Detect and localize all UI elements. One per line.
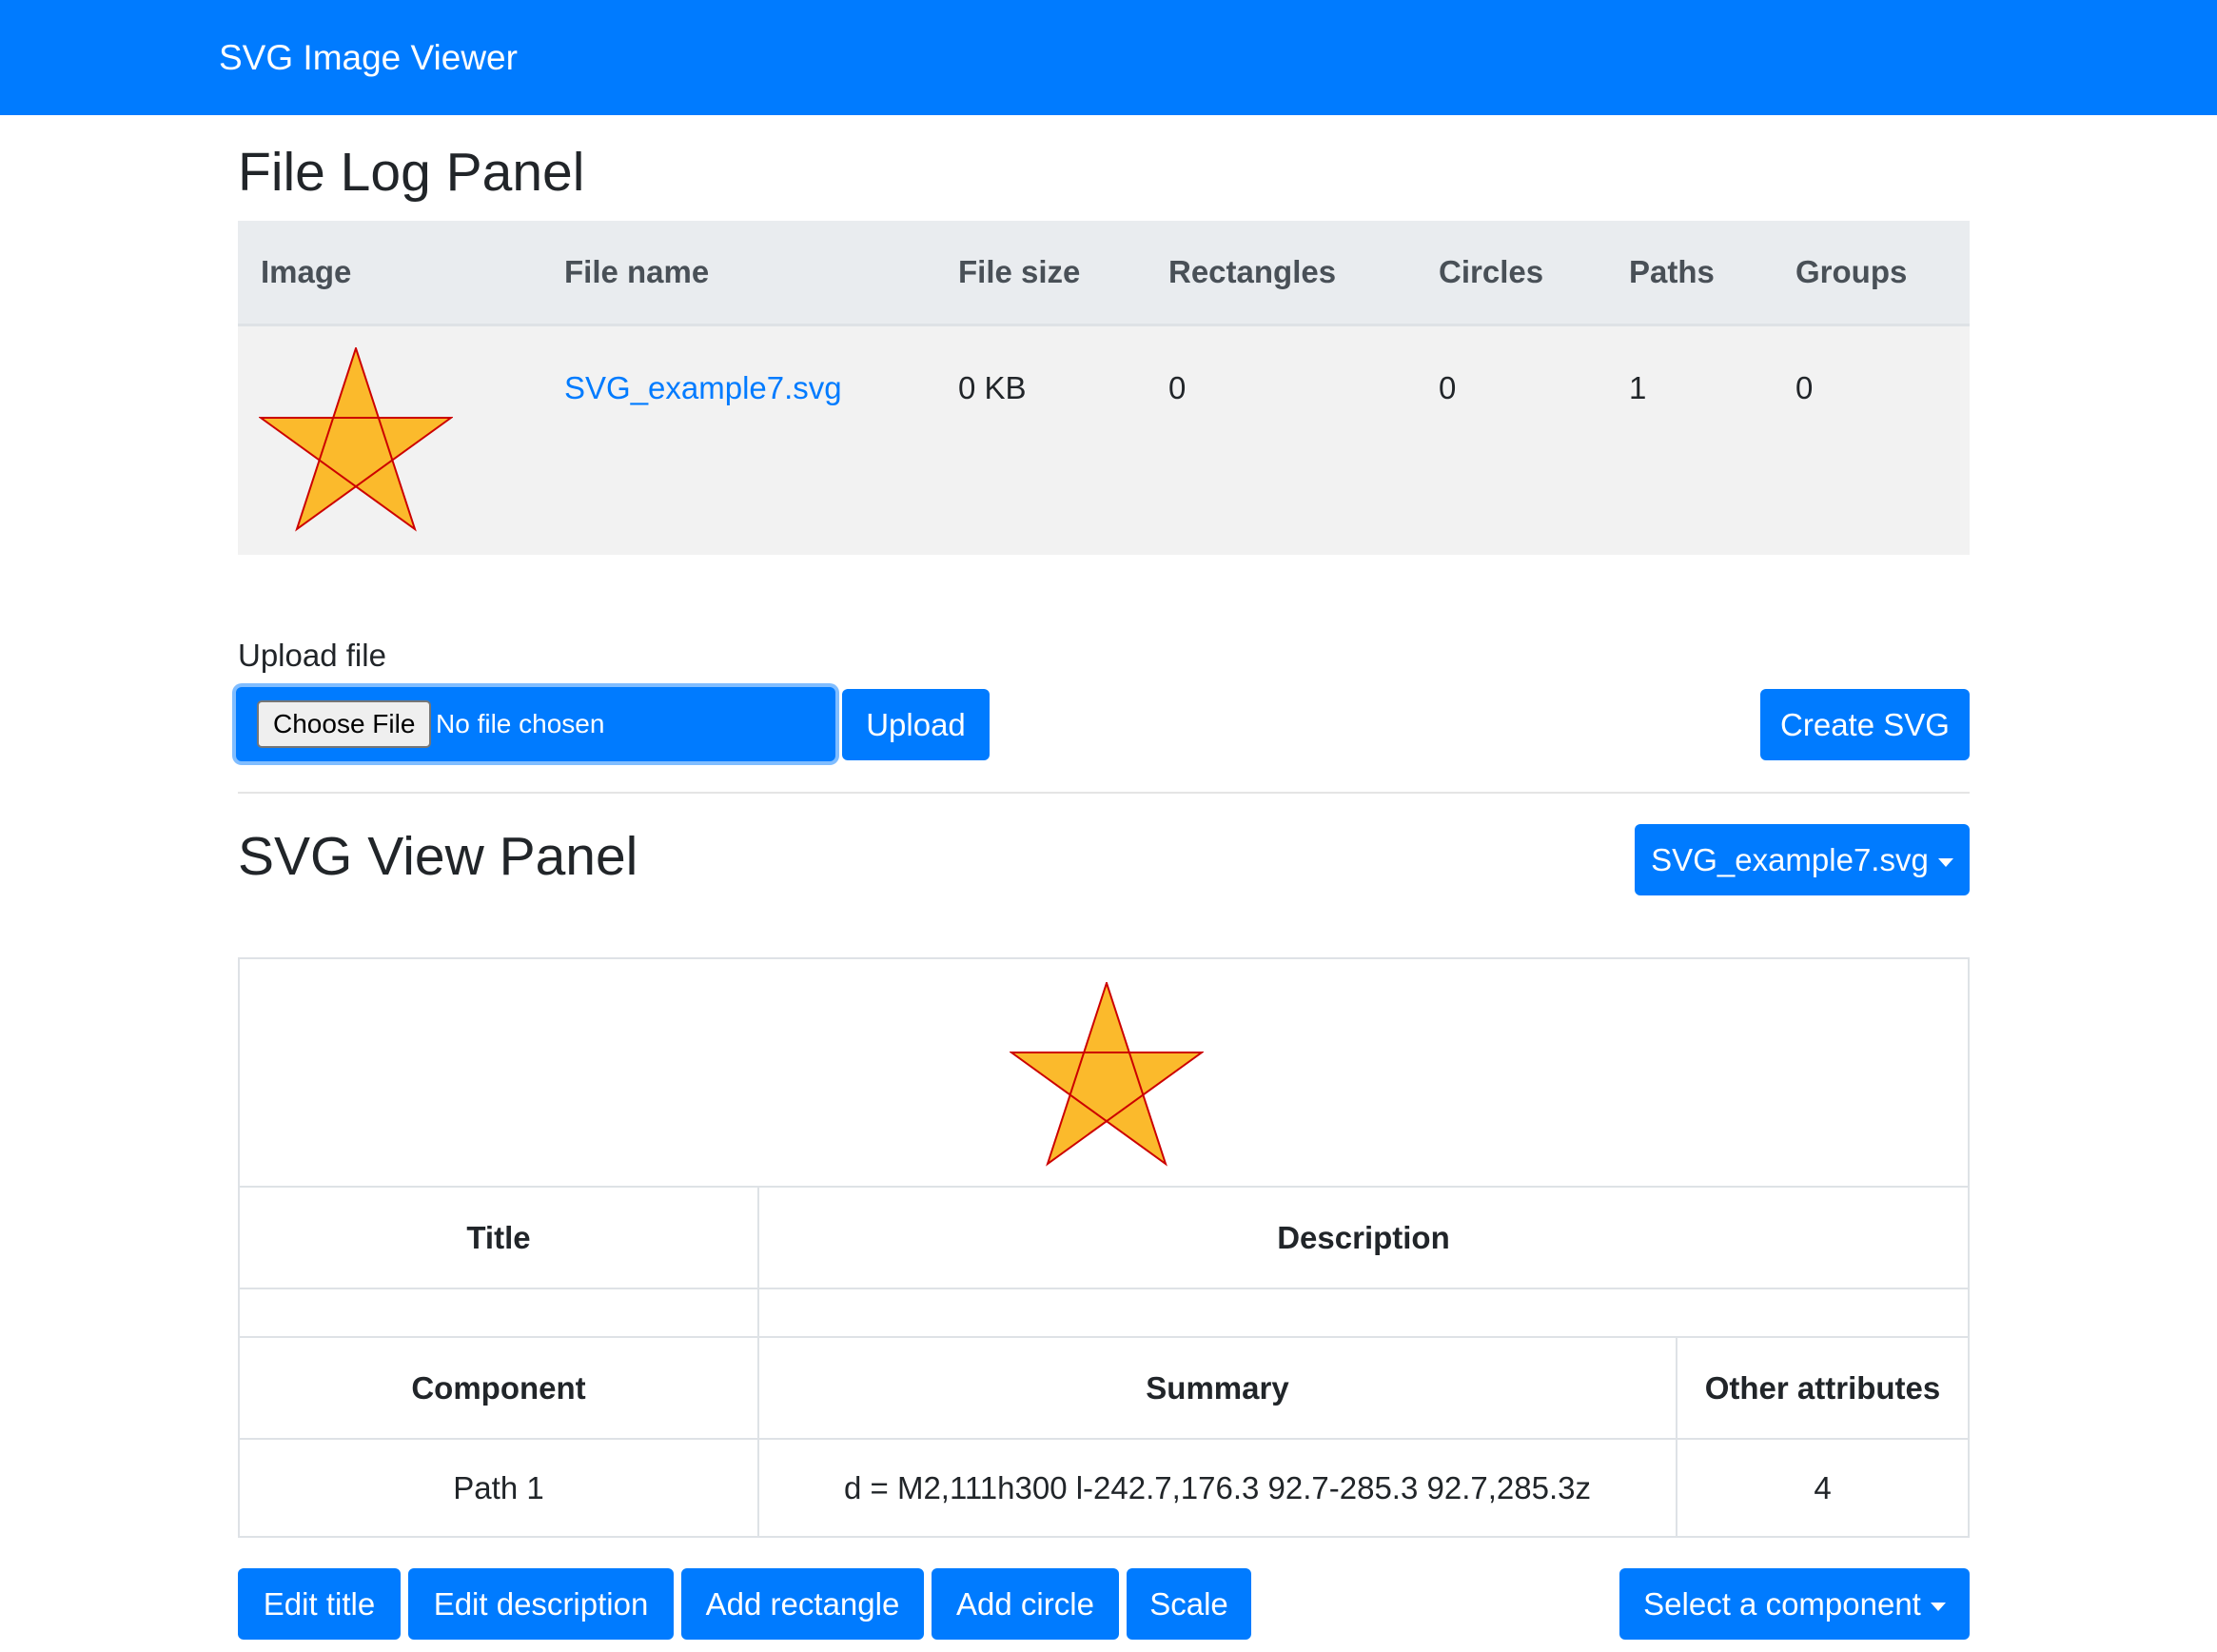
add-circle-button[interactable]: Add circle (932, 1568, 1119, 1640)
column-header-file-name: File name (564, 254, 710, 289)
divider (238, 792, 1970, 794)
navbar-brand[interactable]: SVG Image Viewer (219, 0, 518, 115)
edit-description-button[interactable]: Edit description (408, 1568, 674, 1640)
file-select-dropdown[interactable]: SVG_example7.svg (1635, 824, 1970, 895)
component-summary: d = M2,111h300 l-242.7,176.3 92.7-285.3 … (844, 1470, 1591, 1505)
component-name: Path 1 (453, 1470, 544, 1505)
caret-down-icon (1930, 1602, 1946, 1611)
other-attributes-header: Other attributes (1704, 1370, 1941, 1406)
star-shape (1010, 982, 1204, 1167)
file-log-header-row: Image File name File size Rectangles Cir… (238, 221, 1970, 326)
component-header: Component (411, 1370, 586, 1406)
svg-view-heading: SVG View Panel (238, 826, 638, 887)
file-log-table: Image File name File size Rectangles Cir… (238, 221, 1970, 555)
column-header-groups: Groups (1795, 254, 1908, 289)
summary-header: Summary (1146, 1370, 1289, 1406)
groups-cell: 0 (1795, 370, 1814, 405)
create-svg-button[interactable]: Create SVG (1760, 689, 1970, 760)
column-header-file-size: File size (958, 254, 1081, 289)
upload-label: Upload file (238, 638, 386, 673)
file-name-link[interactable]: SVG_example7.svg (564, 370, 842, 405)
scale-button[interactable]: Scale (1127, 1568, 1251, 1640)
select-component-dropdown[interactable]: Select a component (1619, 1568, 1970, 1640)
title-header: Title (466, 1220, 531, 1255)
column-header-paths: Paths (1629, 254, 1715, 289)
caret-down-icon (1937, 857, 1953, 867)
edit-title-button[interactable]: Edit title (238, 1568, 401, 1640)
svg-view-table: Title Description Component Summary Othe… (238, 957, 1970, 1538)
choose-file-button[interactable]: Choose File (257, 700, 432, 748)
table-row: SVG_example7.svg 0 KB 0 0 1 0 (238, 326, 1970, 555)
column-header-rectangles: Rectangles (1168, 254, 1337, 289)
svg-thumbnail (259, 347, 453, 532)
select-component-label: Select a component (1643, 1586, 1921, 1622)
column-header-circles: Circles (1439, 254, 1544, 289)
file-log-heading: File Log Panel (238, 142, 585, 203)
star-shape (259, 347, 453, 532)
navbar: SVG Image Viewer (0, 0, 2217, 115)
circles-cell: 0 (1439, 370, 1457, 405)
file-status: No file chosen (436, 709, 605, 738)
svg-preview (1010, 982, 1204, 1167)
file-size-cell: 0 KB (958, 370, 1027, 405)
file-select-label: SVG_example7.svg (1651, 842, 1929, 877)
rectangles-cell: 0 (1168, 370, 1187, 405)
file-input[interactable]: Choose File No file chosen (236, 687, 835, 761)
paths-cell: 1 (1629, 370, 1647, 405)
upload-button[interactable]: Upload (842, 689, 990, 760)
description-header: Description (1277, 1220, 1450, 1255)
add-rectangle-button[interactable]: Add rectangle (681, 1568, 924, 1640)
component-other-attributes: 4 (1814, 1470, 1832, 1505)
column-header-image: Image (261, 254, 352, 289)
row-divider (240, 1288, 1968, 1289)
